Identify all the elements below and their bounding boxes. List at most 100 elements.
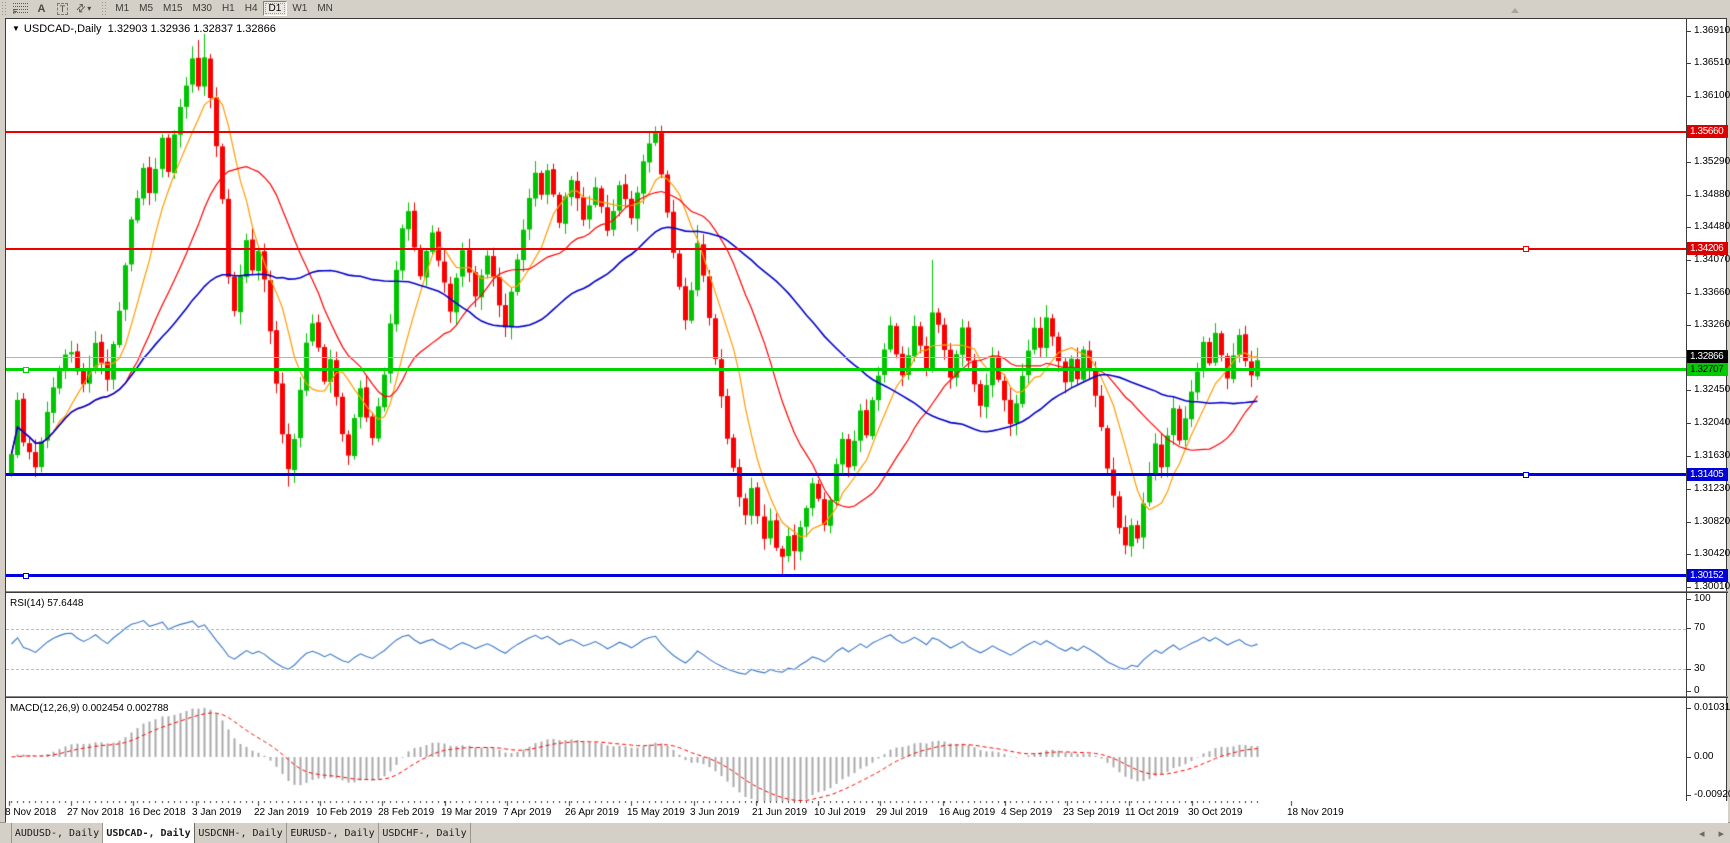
time-axis-label: 3 Jun 2019 [690, 807, 740, 818]
indicator-tick [1687, 599, 1691, 600]
chart-tab-eurusd[interactable]: EURUSD-, Daily [287, 823, 379, 843]
indicator-tick [1687, 669, 1691, 670]
time-axis-label: 11 Oct 2019 [1125, 807, 1179, 818]
level-anchor-1.30152[interactable] [23, 573, 29, 579]
price-tick [1687, 31, 1691, 32]
time-axis-label: 29 Jul 2019 [876, 807, 928, 818]
down-arrow-annotation[interactable]: ↓ [85, 374, 91, 384]
price-tick-label: 1.32040 [1694, 417, 1730, 428]
timeframe-button-d1[interactable]: D1 [263, 1, 288, 16]
price-tick [1687, 390, 1691, 391]
scroll-right-icon[interactable]: ▸ [1718, 827, 1724, 840]
timeframe-button-m1[interactable]: M1 [110, 1, 134, 16]
timeframe-button-m15[interactable]: M15 [158, 1, 187, 16]
price-level-badge: 1.31405 [1687, 468, 1728, 481]
rsi-indicator-label: RSI(14) 57.6448 [10, 598, 83, 609]
chart-tab-usdchf[interactable]: USDCHF-, Daily [379, 823, 471, 843]
text-label-tool-button[interactable]: T [52, 1, 73, 16]
timeframe-button-group: M1M5M15M30H1H4D1W1MN [110, 1, 338, 16]
price-tick [1687, 63, 1691, 64]
level-line-1.32707[interactable] [6, 368, 1686, 371]
indicator-tick [1687, 757, 1691, 758]
macd-indicator-label: MACD(12,26,9) 0.002454 0.002788 [10, 703, 168, 714]
level-line-1.30152[interactable] [6, 574, 1686, 577]
indicator-tick-label: 100 [1694, 593, 1711, 604]
timeframe-button-h4[interactable]: H4 [240, 1, 263, 16]
price-level-badge: 1.32707 [1687, 363, 1728, 376]
text-tool-button[interactable]: A [31, 1, 52, 16]
price-tick [1687, 423, 1691, 424]
price-tick-label: 1.36910 [1694, 25, 1730, 36]
toolbar-grip[interactable] [2, 2, 7, 15]
indicator-tick-label: -0.009203 [1694, 789, 1730, 800]
time-axis-label: 7 Apr 2019 [503, 807, 551, 818]
chart-menu-icon[interactable]: ▼ [12, 24, 20, 33]
time-axis-label: 16 Dec 2018 [129, 807, 186, 818]
price-tick [1687, 162, 1691, 163]
indicator-tick [1687, 628, 1691, 629]
indicator-tick-label: 0 [1694, 685, 1700, 696]
price-tick-label: 1.34480 [1694, 221, 1730, 232]
level-line-1.35660[interactable] [6, 131, 1686, 133]
chart-title: ▼USDCAD-,Daily 1.32903 1.32936 1.32837 1… [12, 23, 276, 35]
time-axis-label: 10 Feb 2019 [316, 807, 372, 818]
pane-separator-rsi[interactable] [6, 591, 1728, 593]
price-tick-label: 1.35290 [1694, 156, 1730, 167]
price-tick-label: 1.33660 [1694, 287, 1730, 298]
level-anchor-1.31405[interactable] [1523, 472, 1529, 478]
level-line-1.31405[interactable] [6, 473, 1686, 476]
fibonacci-tool-button[interactable]: F [10, 1, 31, 16]
pane-separator-macd[interactable] [6, 696, 1728, 698]
chart-tabs: AUDUSD-, DailyUSDCAD-, DailyUSDCNH-, Dai… [0, 823, 471, 843]
chart-tab-usdcad[interactable]: USDCAD-, Daily [103, 823, 195, 843]
toolbar: F A T ⇅ ▾ M1M5M15M30H1H4D1W1MN [0, 0, 1730, 17]
mt4-terminal: { "toolbar": { "tools": [ { "name": "fib… [0, 0, 1730, 843]
price-tick [1687, 489, 1691, 490]
time-axis-label: 21 Jun 2019 [752, 807, 807, 818]
price-tick [1687, 96, 1691, 97]
chart-symbol-period: USDCAD-,Daily [24, 23, 102, 35]
time-axis-label: 22 Jan 2019 [254, 807, 309, 818]
time-axis[interactable]: 8 Nov 201827 Nov 201816 Dec 20183 Jan 20… [6, 801, 1728, 823]
scroll-left-icon[interactable]: ◂ [1699, 827, 1705, 840]
price-tick-label: 1.33260 [1694, 319, 1730, 330]
timeframe-button-h1[interactable]: H1 [217, 1, 240, 16]
current-price-badge: 1.32866 [1687, 350, 1728, 363]
fibonacci-icon: F [13, 3, 28, 14]
price-tick [1687, 195, 1691, 196]
level-anchor-1.34206[interactable] [1523, 246, 1529, 252]
time-axis-label: 23 Sep 2019 [1063, 807, 1120, 818]
indicator-tick-label: 0.010311 [1694, 702, 1730, 713]
price-tick [1687, 587, 1691, 588]
chart-tab-bar: AUDUSD-, DailyUSDCAD-, DailyUSDCNH-, Dai… [0, 822, 1730, 843]
chevron-down-icon: ▾ [87, 4, 91, 13]
price-tick-label: 1.34070 [1694, 254, 1730, 265]
price-tick-label: 1.32450 [1694, 384, 1730, 395]
chart-tab-audusd[interactable]: AUDUSD-, Daily [11, 823, 103, 843]
price-tick [1687, 522, 1691, 523]
chart-tab-usdcnh[interactable]: USDCNH-, Daily [195, 823, 287, 843]
level-anchor-1.32707[interactable] [23, 367, 29, 373]
price-tick-label: 1.30820 [1694, 516, 1730, 527]
price-tick [1687, 554, 1691, 555]
price-tick [1687, 260, 1691, 261]
timeframe-toolbar-grip[interactable] [102, 2, 107, 15]
timeframe-button-mn[interactable]: MN [312, 1, 338, 16]
toolbar-overflow-marker [1511, 8, 1519, 13]
price-chart-canvas[interactable] [6, 19, 1726, 801]
level-line-1.34206[interactable] [6, 248, 1686, 250]
price-tick-label: 1.31230 [1694, 483, 1730, 494]
chart-window: ▼USDCAD-,Daily 1.32903 1.32936 1.32837 1… [5, 18, 1727, 822]
price-tick-label: 1.31630 [1694, 450, 1730, 461]
price-tick [1687, 293, 1691, 294]
timeframe-button-m30[interactable]: M30 [188, 1, 217, 16]
indicator-tick [1687, 708, 1691, 709]
arrows-tool-button[interactable]: ⇅ ▾ [73, 1, 94, 16]
timeframe-button-m5[interactable]: M5 [134, 1, 158, 16]
timeframe-button-w1[interactable]: W1 [287, 1, 312, 16]
time-axis-label: 30 Oct 2019 [1188, 807, 1242, 818]
indicator-tick-label: 30 [1694, 663, 1705, 674]
price-tick [1687, 456, 1691, 457]
price-tick [1687, 325, 1691, 326]
indicator-tick [1687, 795, 1691, 796]
